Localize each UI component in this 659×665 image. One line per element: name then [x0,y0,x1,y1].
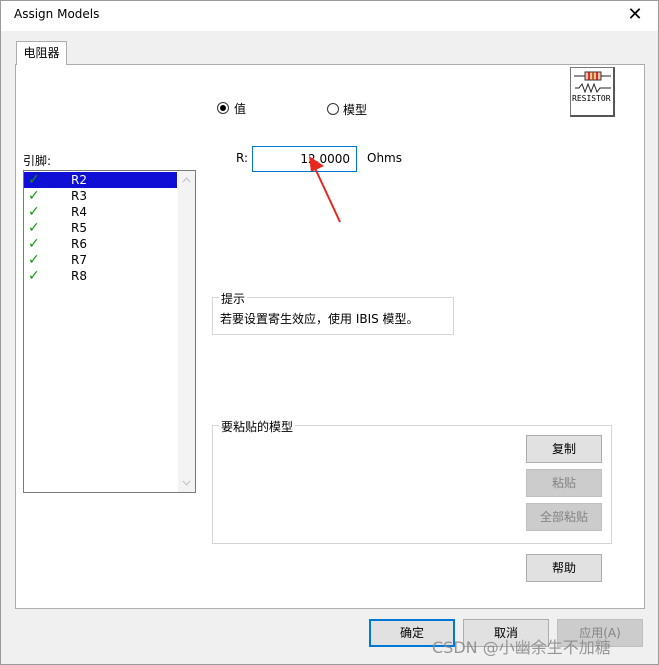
title-bar [1,1,658,31]
pin-name: R3 [71,189,87,203]
resistance-unit: Ohms [367,151,402,165]
check-icon: ✓ [28,268,40,284]
pin-list-item[interactable]: ✓ R6 [24,236,177,252]
pin-list-item[interactable]: ✓ R8 [24,268,177,284]
value-radio-label[interactable]: 值 [234,100,246,117]
resistor-icon-text: RESISTOR [572,94,611,103]
hint-title: 提示 [219,290,248,307]
pin-name: R4 [71,205,87,219]
pin-name: R5 [71,221,87,235]
pins-label: 引脚: [23,154,52,168]
annotation-arrow [309,156,341,223]
hint-text: 若要设置寄生效应，使用 IBIS 模型。 [220,312,419,326]
value-radio[interactable] [217,102,229,114]
paste-button[interactable]: 粘贴 [526,469,602,497]
pins-scrollbar[interactable] [178,171,195,492]
paste-models-title: 要粘贴的模型 [219,418,296,435]
pin-name: R8 [71,269,87,283]
pin-list-item[interactable]: ✓ R7 [24,252,177,268]
model-radio-label[interactable]: 模型 [343,101,367,118]
check-icon: ✓ [28,188,40,204]
help-button[interactable]: 帮助 [526,554,602,582]
resistor-model-icon [570,67,615,117]
check-icon: ✓ [28,252,40,268]
close-button[interactable]: ✕ [620,2,650,28]
paste-all-button[interactable]: 全部粘贴 [526,503,602,531]
check-icon: ✓ [28,204,40,220]
pin-name: R2 [71,173,87,187]
model-radio[interactable] [327,103,339,115]
resistance-label: R: [236,151,249,165]
pin-list-item[interactable]: ✓ R5 [24,220,177,236]
window-title: Assign Models [14,7,100,21]
tab-resistor[interactable]: 电阻器 [16,41,67,65]
check-icon: ✓ [28,172,40,188]
check-icon: ✓ [28,236,40,252]
csdn-watermark: CSDN @小幽余生不加糖 [432,638,611,657]
pin-name: R7 [71,253,87,267]
check-icon: ✓ [28,220,40,236]
pin-name: R6 [71,237,87,251]
pin-list-item[interactable]: ✓ R2 [24,172,177,188]
pin-list-item[interactable]: ✓ R3 [24,188,177,204]
pin-list-item[interactable]: ✓ R4 [24,204,177,220]
copy-button[interactable]: 复制 [526,435,602,463]
